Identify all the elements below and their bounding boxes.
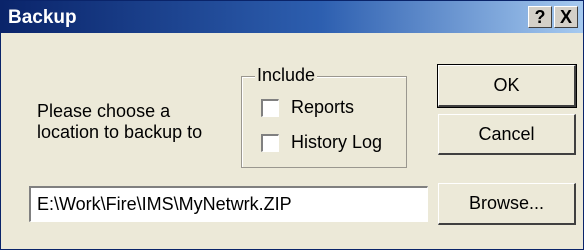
help-button[interactable]: ? (528, 6, 552, 28)
reports-checkbox[interactable] (261, 99, 279, 117)
include-group-label: Include (255, 65, 318, 86)
backup-dialog: Backup ? X Please choose a location to b… (0, 0, 584, 250)
close-button[interactable]: X (554, 6, 578, 28)
prompt-line-2: location to backup to (37, 122, 203, 142)
reports-label[interactable]: Reports (291, 97, 354, 118)
history-log-label[interactable]: History Log (291, 132, 382, 153)
browse-button[interactable]: Browse... (438, 183, 576, 225)
ok-button[interactable]: OK (437, 64, 577, 108)
include-groupbox (241, 76, 407, 168)
backup-path-input[interactable] (29, 186, 428, 222)
cancel-button[interactable]: Cancel (438, 114, 576, 155)
title-bar[interactable]: Backup ? X (1, 1, 583, 33)
prompt-line-1: Please choose a (37, 101, 171, 121)
window-title: Backup (8, 7, 77, 28)
history-log-checkbox[interactable] (261, 134, 279, 152)
